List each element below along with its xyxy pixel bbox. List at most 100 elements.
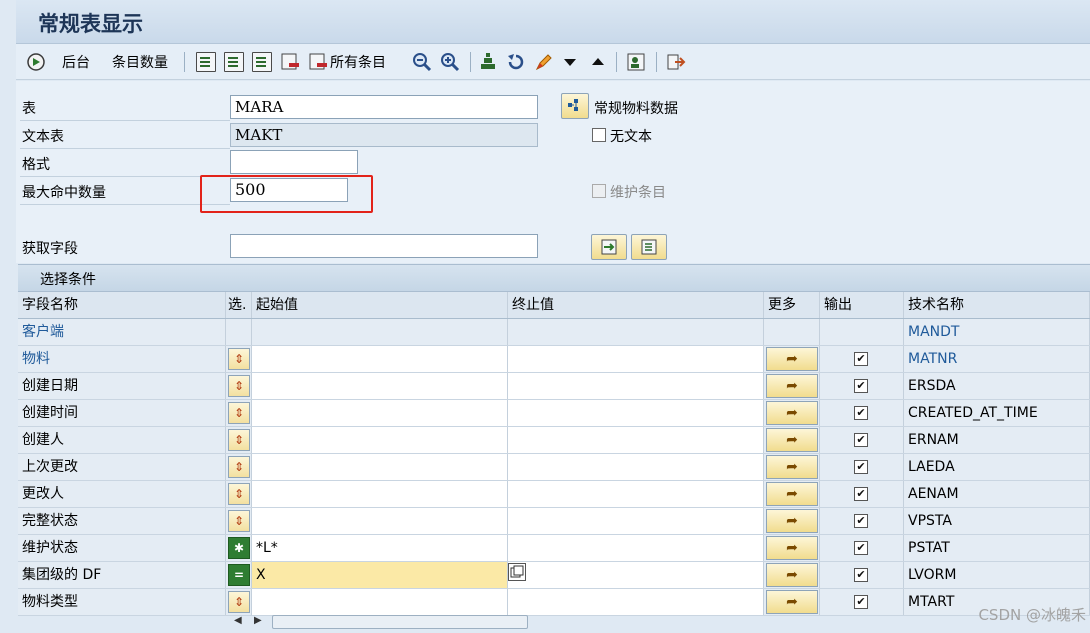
to-input[interactable] [508, 535, 764, 561]
selection-option-icon[interactable]: ⇕ [228, 429, 250, 451]
all-entries-button[interactable]: 所有条目 [308, 50, 386, 74]
fetch-fields-button-1[interactable] [591, 234, 627, 260]
deselect-all-button[interactable] [252, 50, 272, 74]
table-input[interactable]: MARA [230, 95, 538, 119]
output-checkbox[interactable]: ✔ [854, 433, 868, 447]
to-input[interactable] [508, 589, 764, 615]
delete-selection-button[interactable] [280, 50, 300, 74]
output-checkbox[interactable]: ✔ [854, 460, 868, 474]
more-cell: ➦ [764, 346, 820, 372]
multiple-selection-button[interactable]: ➦ [766, 590, 818, 614]
field-name: 维护状态 [18, 535, 226, 561]
label-divider [20, 148, 230, 149]
fields-icon [481, 53, 495, 69]
output-checkbox[interactable]: ✔ [854, 379, 868, 393]
header-more: 更多 [764, 292, 820, 318]
to-input[interactable] [508, 454, 764, 480]
output-checkbox[interactable]: ✔ [854, 406, 868, 420]
header-to: 终止值 [508, 292, 764, 318]
highlight-button[interactable] [534, 50, 554, 74]
selection-option-icon[interactable]: ⇕ [228, 456, 250, 478]
execute-icon [27, 53, 45, 71]
selection-option-icon[interactable]: ⇕ [228, 402, 250, 424]
no-text-checkbox[interactable] [592, 128, 606, 142]
field-name: 完整状态 [18, 508, 226, 534]
zoom-out-button[interactable] [412, 50, 432, 74]
refresh-button[interactable] [506, 50, 526, 74]
table-row: 物料类型 ⇕ ➦ ✔ MTART [18, 589, 1090, 616]
table-row: 维护状态 ✱ *L* ➦ ✔ PSTAT [18, 535, 1090, 562]
output-cell [820, 319, 904, 345]
multiple-selection-button[interactable]: ➦ [766, 428, 818, 452]
multiple-selection-button[interactable]: ➦ [766, 455, 818, 479]
output-checkbox[interactable]: ✔ [854, 541, 868, 555]
selection-option-icon[interactable]: ⇕ [228, 375, 250, 397]
output-checkbox[interactable]: ✔ [854, 595, 868, 609]
table-label: 表 [22, 101, 36, 117]
to-input[interactable] [508, 346, 764, 372]
selection-option-icon[interactable]: ⇕ [228, 591, 250, 613]
export-icon [667, 54, 686, 70]
output-checkbox[interactable]: ✔ [854, 487, 868, 501]
output-checkbox[interactable]: ✔ [854, 514, 868, 528]
from-input[interactable] [252, 508, 508, 534]
tech-name: PSTAT [904, 535, 1090, 561]
value-help-button[interactable] [508, 563, 526, 581]
from-input[interactable]: *L* [252, 535, 508, 561]
scroll-left-icon[interactable]: ◀ [234, 615, 242, 626]
triangle-up-icon [592, 58, 604, 65]
from-input[interactable] [252, 427, 508, 453]
zoom-in-button[interactable] [440, 50, 460, 74]
pattern-option-icon[interactable]: ✱ [228, 537, 250, 559]
fetch-fields-input[interactable] [230, 234, 538, 258]
selection-option-icon[interactable]: ⇕ [228, 483, 250, 505]
fields-button[interactable] [478, 50, 498, 74]
from-input[interactable] [252, 454, 508, 480]
header-field-name: 字段名称 [18, 292, 226, 318]
field-name: 创建人 [18, 427, 226, 453]
horizontal-scrollbar[interactable]: ◀ ▶ [228, 612, 528, 632]
output-checkbox[interactable]: ✔ [854, 568, 868, 582]
scroll-down-button[interactable] [562, 50, 578, 74]
output-checkbox[interactable]: ✔ [854, 352, 868, 366]
zoom-in-icon [441, 53, 460, 72]
export-button[interactable] [666, 50, 686, 74]
multiple-selection-button[interactable]: ➦ [766, 536, 818, 560]
from-input[interactable] [252, 481, 508, 507]
to-input[interactable] [508, 373, 764, 399]
table-desc-button[interactable] [561, 93, 589, 119]
user-settings-button[interactable] [626, 50, 646, 74]
from-input[interactable] [252, 346, 508, 372]
to-input[interactable] [508, 400, 764, 426]
more-cell: ➦ [764, 373, 820, 399]
multiple-selection-button[interactable]: ➦ [766, 347, 818, 371]
scroll-up-button[interactable] [590, 50, 606, 74]
select-all-button[interactable] [196, 50, 216, 74]
text-table-label: 文本表 [22, 129, 64, 145]
format-input[interactable] [230, 150, 358, 174]
background-button[interactable]: 后台 [62, 50, 90, 74]
selection-option-icon[interactable]: ⇕ [228, 510, 250, 532]
entry-count-button[interactable]: 条目数量 [112, 50, 168, 74]
multiple-selection-button[interactable]: ➦ [766, 563, 818, 587]
select-block-button[interactable] [224, 50, 244, 74]
tech-name: ERSDA [904, 373, 1090, 399]
from-input[interactable] [252, 373, 508, 399]
multiple-selection-button[interactable]: ➦ [766, 374, 818, 398]
multiple-selection-button[interactable]: ➦ [766, 482, 818, 506]
equals-option-icon[interactable]: = [228, 564, 250, 586]
to-input[interactable] [508, 427, 764, 453]
selection-option-icon[interactable]: ⇕ [228, 348, 250, 370]
field-name: 客户端 [18, 319, 226, 345]
from-input[interactable] [252, 400, 508, 426]
multiple-selection-button[interactable]: ➦ [766, 401, 818, 425]
scroll-right-icon[interactable]: ▶ [254, 615, 262, 626]
multiple-selection-button[interactable]: ➦ [766, 509, 818, 533]
scrollbar-thumb[interactable] [272, 615, 528, 629]
execute-button[interactable] [26, 50, 46, 74]
fetch-fields-button-2[interactable] [631, 234, 667, 260]
from-input[interactable]: X [252, 562, 508, 588]
to-input[interactable] [508, 562, 764, 588]
to-input[interactable] [508, 481, 764, 507]
to-input[interactable] [508, 508, 764, 534]
